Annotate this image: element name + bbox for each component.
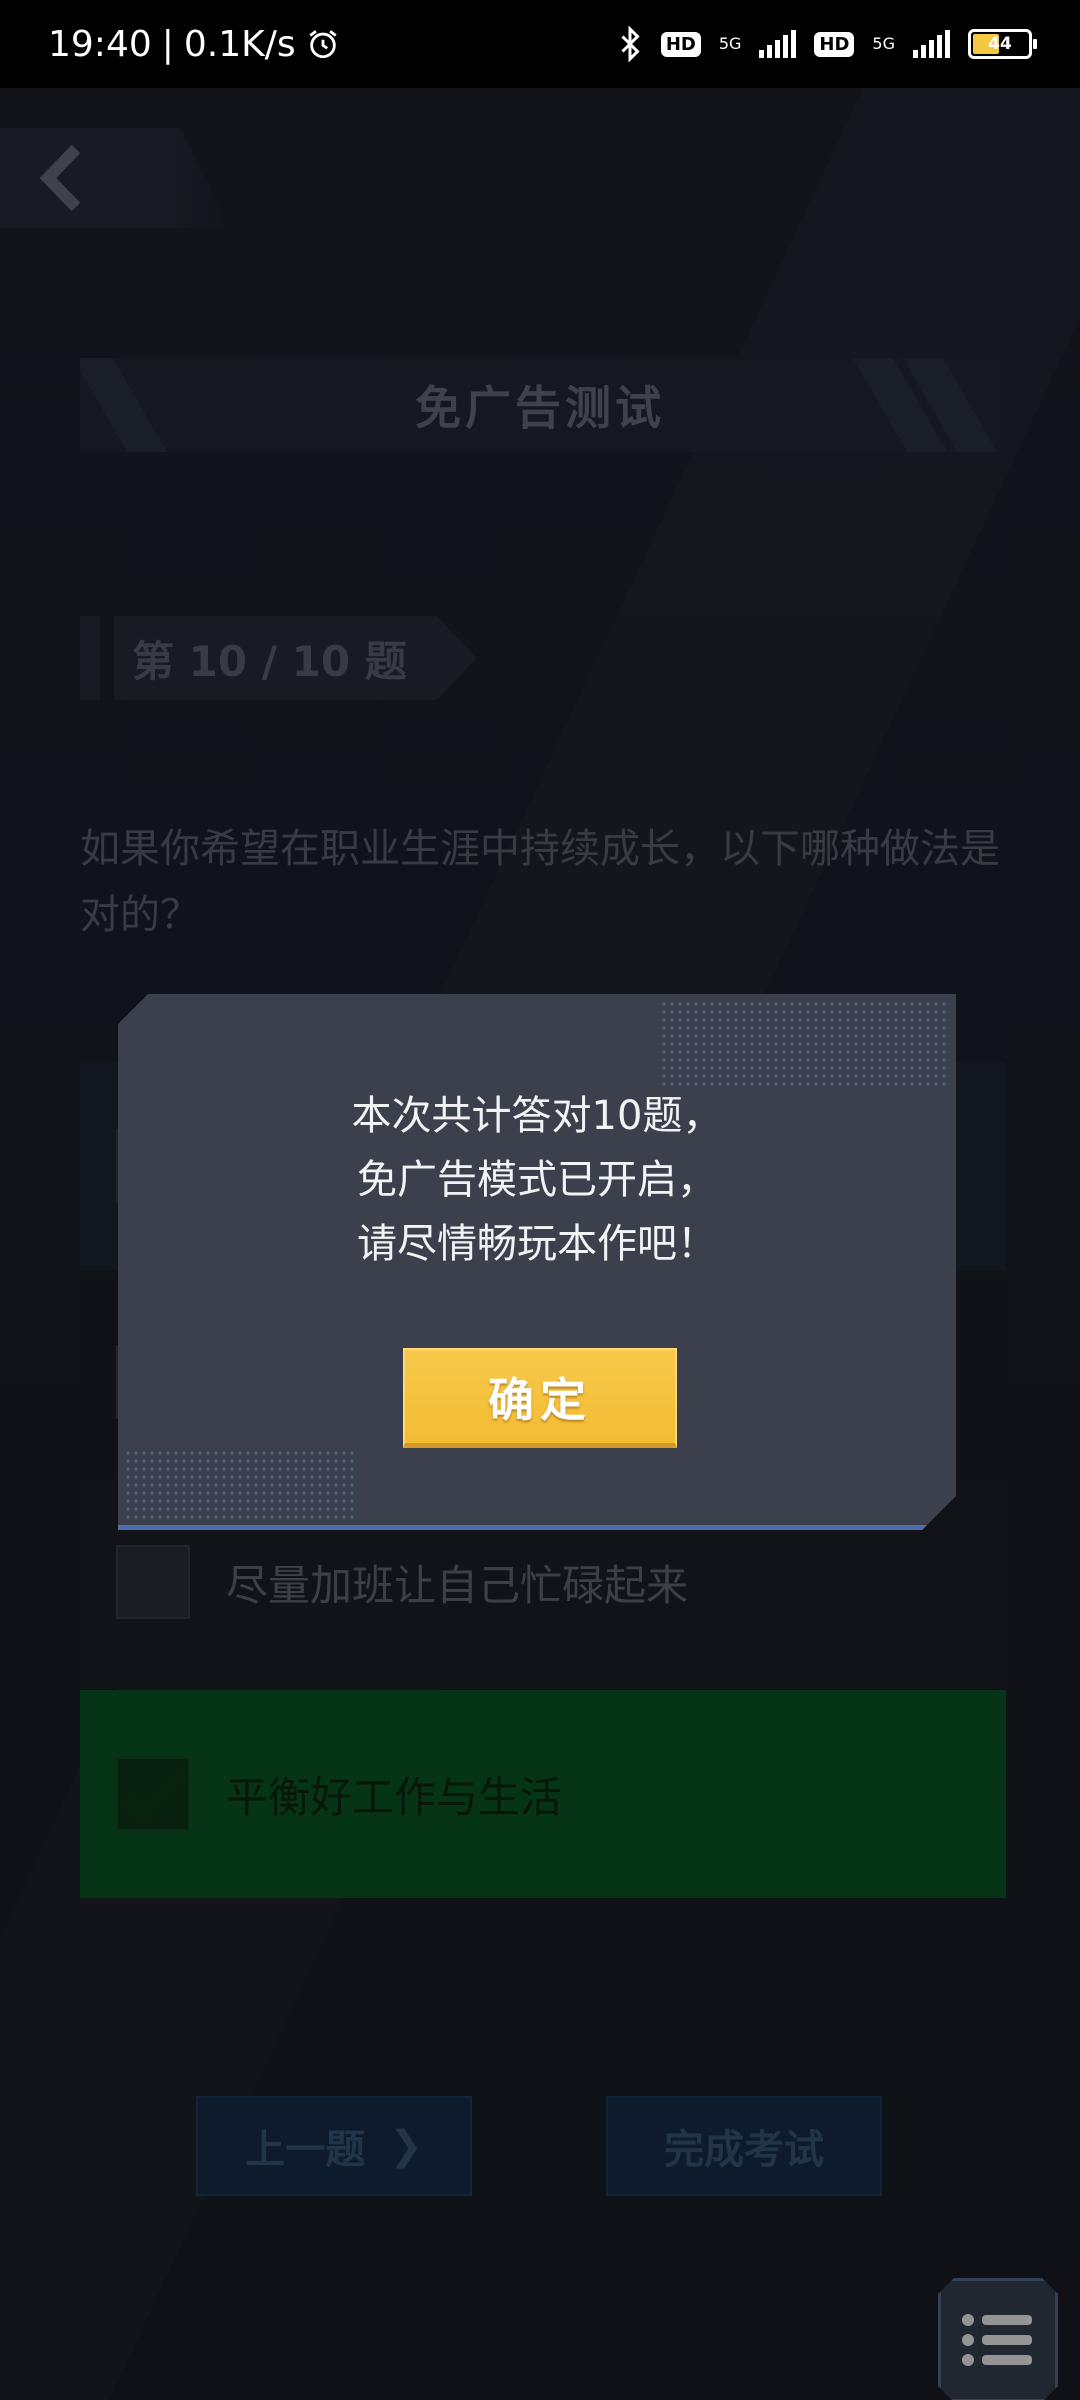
bluetooth-icon [621, 26, 640, 62]
battery-icon: 44 [968, 29, 1037, 59]
dialog-line-2: 免广告模式已开启， [357, 1157, 717, 1203]
clock-time: 19:40 [48, 23, 152, 65]
status-separator: | [161, 23, 174, 65]
dialog-decoration [124, 1449, 354, 1519]
result-dialog: 本次共计答对10题， 免广告模式已开启， 请尽情畅玩本作吧！ 确定 [118, 994, 956, 1530]
net-type-1: 5G [718, 34, 742, 53]
net-type-2: 5G [872, 34, 895, 53]
signal-icon [759, 30, 797, 58]
signal-icon [913, 30, 950, 58]
hd-badge-2: HD [814, 31, 855, 57]
status-bar: 19:40 | 0.1K/s HD 5G HD 5G 44 [0, 0, 1080, 88]
dialog-decoration [660, 1000, 950, 1090]
confirm-button[interactable]: 确定 [403, 1348, 677, 1448]
alarm-icon [309, 30, 337, 59]
hd-badge-1: HD [660, 31, 701, 57]
dialog-line-1: 本次共计答对10题， [351, 1093, 723, 1139]
status-right: HD 5G HD 5G 44 [617, 26, 1037, 62]
status-left: 19:40 | 0.1K/s [48, 24, 340, 65]
network-speed: 0.1K/s [183, 23, 296, 65]
dialog-message: 本次共计答对10题， 免广告模式已开启， 请尽情畅玩本作吧！ [118, 1084, 956, 1276]
dialog-line-3: 请尽情畅玩本作吧！ [357, 1221, 717, 1267]
battery-level: 44 [988, 34, 1012, 54]
